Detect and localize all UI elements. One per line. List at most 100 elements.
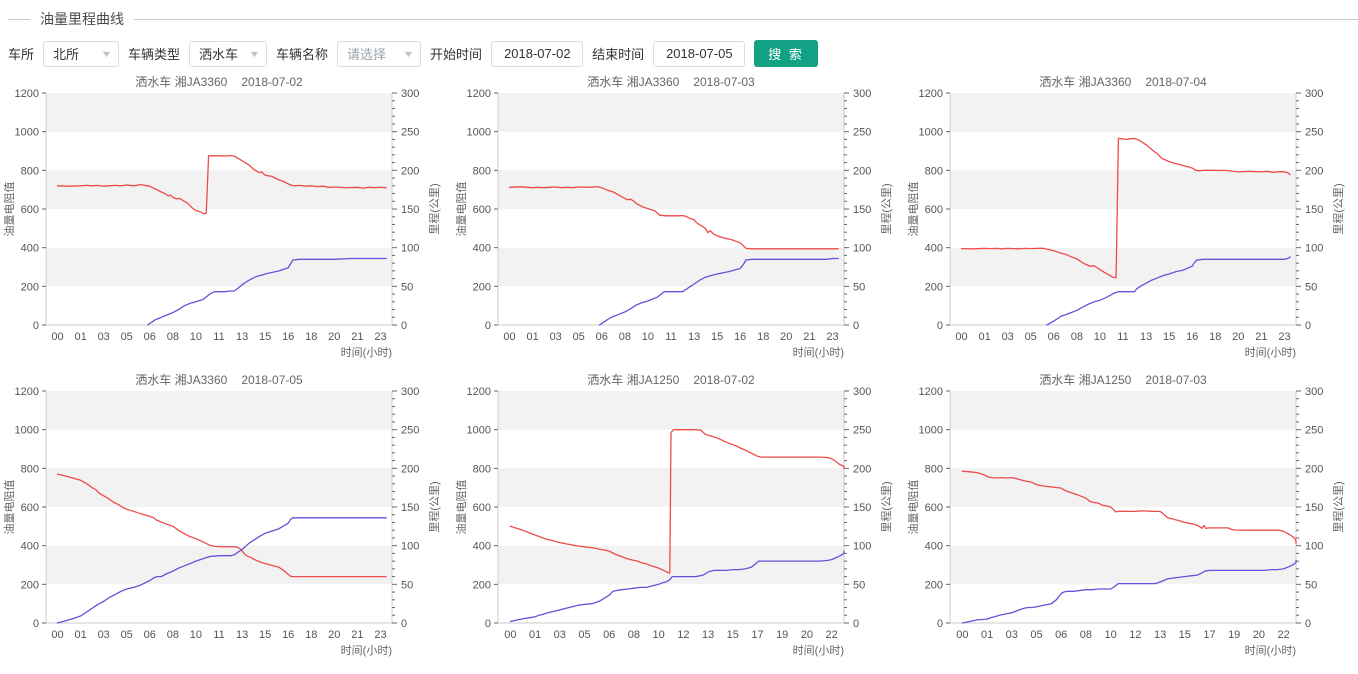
left-axis-tick-label: 1200 xyxy=(467,386,491,398)
vehicle-type-select[interactable]: 洒水车 ▼ xyxy=(189,41,267,67)
right-axis-tick-label: 300 xyxy=(853,88,871,100)
left-axis-tick-label: 0 xyxy=(33,320,39,332)
x-axis-name: 时间(小时) xyxy=(341,644,392,657)
search-button[interactable]: 搜 索 xyxy=(754,40,818,67)
x-axis-tick-label: 03 xyxy=(1002,331,1014,343)
plot-band xyxy=(950,93,1296,132)
depot-select[interactable]: 北所 ▼ xyxy=(43,41,119,67)
right-axis-name: 里程(公里) xyxy=(1332,481,1345,532)
x-axis-tick-label: 22 xyxy=(825,629,837,641)
chart-panel: 0200400600800100012000501001502002503000… xyxy=(904,73,1356,371)
x-axis-tick-label: 10 xyxy=(190,331,202,343)
x-axis-tick-label: 10 xyxy=(652,629,664,641)
end-date-input[interactable] xyxy=(653,41,745,67)
right-axis-tick-label: 0 xyxy=(1305,320,1311,332)
x-axis-tick-label: 20 xyxy=(1253,629,1265,641)
right-axis-tick-label: 150 xyxy=(853,502,871,514)
x-axis-tick-label: 16 xyxy=(1186,331,1198,343)
x-axis-tick-label: 17 xyxy=(751,629,763,641)
plot-band xyxy=(950,170,1296,209)
x-axis-tick-label: 05 xyxy=(573,331,585,343)
right-axis-tick-label: 50 xyxy=(401,281,413,293)
left-axis-tick-label: 1000 xyxy=(467,127,491,139)
end-time-label: 结束时间 xyxy=(592,44,644,63)
x-axis-tick-label: 23 xyxy=(374,629,386,641)
left-axis-tick-label: 600 xyxy=(925,204,943,216)
x-axis-tick-label: 05 xyxy=(121,331,133,343)
vehicle-type-select-value: 洒水车 xyxy=(199,44,238,63)
chart-panel: 0200400600800100012000501001502002503000… xyxy=(452,73,904,371)
x-axis-tick-label: 08 xyxy=(1071,331,1083,343)
x-axis-tick-label: 03 xyxy=(1006,629,1018,641)
x-axis-name: 时间(小时) xyxy=(341,346,392,359)
right-axis-name: 里程(公里) xyxy=(428,183,441,234)
right-axis-tick-label: 150 xyxy=(401,204,419,216)
x-axis-tick-label: 00 xyxy=(51,331,63,343)
left-axis-tick-label: 400 xyxy=(925,243,943,255)
right-axis-tick-label: 0 xyxy=(853,320,859,332)
vehicle-name-select[interactable]: 请选择 ▼ xyxy=(337,41,421,67)
x-axis-tick-label: 11 xyxy=(665,331,676,343)
x-axis-tick-label: 00 xyxy=(51,629,63,641)
x-axis-tick-label: 10 xyxy=(1094,331,1106,343)
right-axis-tick-label: 150 xyxy=(1305,204,1323,216)
plot-band xyxy=(498,248,844,287)
left-axis-tick-label: 400 xyxy=(21,243,39,255)
x-axis-tick-label: 20 xyxy=(1232,331,1244,343)
right-axis-tick-label: 50 xyxy=(853,281,865,293)
x-axis-tick-label: 15 xyxy=(259,629,271,641)
x-axis-tick-label: 01 xyxy=(529,629,541,641)
start-date-input[interactable] xyxy=(491,41,583,67)
x-axis-tick-label: 08 xyxy=(619,331,631,343)
x-axis-tick-label: 18 xyxy=(757,331,769,343)
x-axis-tick-label: 00 xyxy=(504,629,516,641)
left-axis-tick-label: 600 xyxy=(21,204,39,216)
x-axis-tick-label: 10 xyxy=(1104,629,1116,641)
x-axis-tick-label: 12 xyxy=(677,629,689,641)
chart-svg: 0200400600800100012000501001502002503000… xyxy=(452,73,904,371)
x-axis-tick-label: 01 xyxy=(74,331,86,343)
depot-select-value: 北所 xyxy=(53,44,79,63)
left-axis-name: 油量电阻值 xyxy=(454,182,468,237)
x-axis-tick-label: 00 xyxy=(503,331,515,343)
chart-svg: 0200400600800100012000501001502002503000… xyxy=(0,73,452,371)
right-axis-tick-label: 100 xyxy=(1305,243,1323,255)
right-axis-name: 里程(公里) xyxy=(1332,183,1345,234)
chart-svg: 0200400600800100012000501001502002503000… xyxy=(904,371,1356,669)
x-axis-tick-label: 08 xyxy=(628,629,640,641)
left-axis-name: 油量电阻值 xyxy=(906,480,920,535)
left-axis-tick-label: 200 xyxy=(473,579,491,591)
right-axis-tick-label: 0 xyxy=(401,618,407,630)
x-axis-tick-label: 01 xyxy=(526,331,538,343)
chart-title: 洒水车 湘JA33602018-07-04 xyxy=(1039,74,1207,89)
vehicle-type-label: 车辆类型 xyxy=(128,44,180,63)
x-axis-name: 时间(小时) xyxy=(1245,644,1296,657)
right-axis-tick-label: 200 xyxy=(853,165,871,177)
chart-title: 洒水车 湘JA12502018-07-03 xyxy=(1039,372,1207,387)
chart-title: 洒水车 湘JA33602018-07-05 xyxy=(135,372,303,387)
right-axis-tick-label: 150 xyxy=(1305,502,1323,514)
x-axis-tick-label: 03 xyxy=(550,331,562,343)
x-axis-tick-label: 12 xyxy=(1129,629,1141,641)
left-axis-tick-label: 600 xyxy=(473,204,491,216)
right-axis-tick-label: 200 xyxy=(1305,165,1323,177)
x-axis-tick-label: 13 xyxy=(236,331,248,343)
plot-band xyxy=(46,170,392,209)
x-axis-tick-label: 23 xyxy=(826,331,838,343)
left-axis-tick-label: 1200 xyxy=(15,88,39,100)
x-axis-tick-label: 13 xyxy=(236,629,248,641)
left-axis-tick-label: 0 xyxy=(485,618,491,630)
left-axis-tick-label: 1200 xyxy=(919,386,943,398)
x-axis-tick-label: 18 xyxy=(305,629,317,641)
x-axis-tick-label: 23 xyxy=(1278,331,1290,343)
x-axis-tick-label: 00 xyxy=(955,331,967,343)
left-axis-tick-label: 800 xyxy=(925,463,943,475)
x-axis-tick-label: 13 xyxy=(1154,629,1166,641)
x-axis-tick-label: 23 xyxy=(374,331,386,343)
x-axis-name: 时间(小时) xyxy=(793,644,844,657)
right-axis-tick-label: 50 xyxy=(853,579,865,591)
page: 油量里程曲线 车所 北所 ▼ 车辆类型 洒水车 ▼ 车辆名称 请选择 ▼ 开始时… xyxy=(0,0,1358,669)
left-axis-tick-label: 800 xyxy=(925,165,943,177)
chart-panel: 0200400600800100012000501001502002503000… xyxy=(904,371,1356,669)
left-axis-tick-label: 800 xyxy=(21,463,39,475)
